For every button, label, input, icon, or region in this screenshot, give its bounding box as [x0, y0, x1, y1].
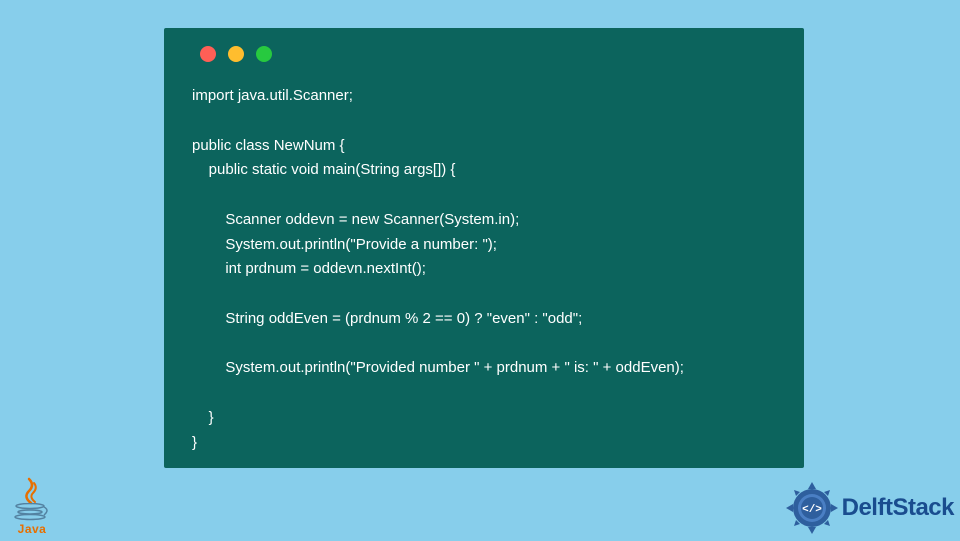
close-icon	[200, 46, 216, 62]
window-controls	[200, 46, 776, 62]
delftstack-gear-icon: </>	[784, 480, 840, 536]
code-window: import java.util.Scanner; public class N…	[164, 28, 804, 468]
code-block: import java.util.Scanner; public class N…	[192, 84, 776, 455]
svg-text:</>: </>	[802, 504, 822, 516]
java-steam-icon	[23, 477, 41, 505]
minimize-icon	[228, 46, 244, 62]
delftstack-logo-text: DelftStack	[842, 494, 954, 522]
java-logo: Java	[4, 466, 60, 536]
java-cup-icon	[14, 503, 50, 521]
maximize-icon	[256, 46, 272, 62]
delftstack-logo: </> DelftStack	[784, 480, 954, 536]
java-logo-text: Java	[18, 522, 47, 536]
